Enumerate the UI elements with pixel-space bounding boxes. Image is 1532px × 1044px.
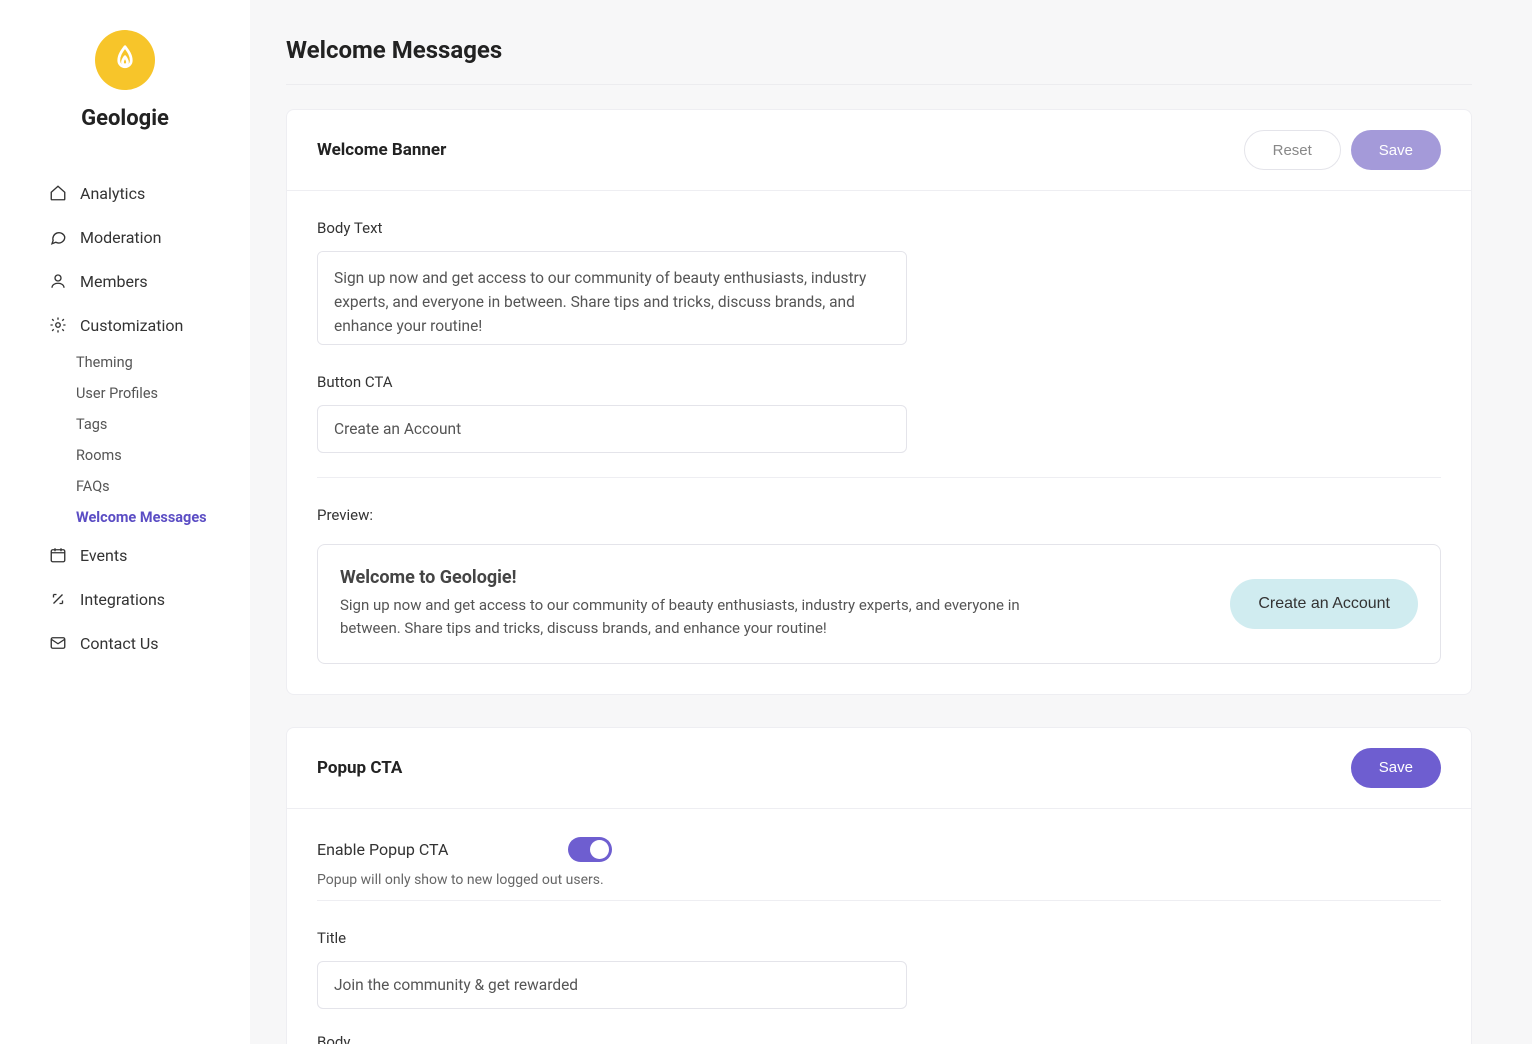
body-text-input[interactable] — [317, 251, 907, 345]
nav-sub-welcome-messages[interactable]: Welcome Messages — [76, 502, 222, 533]
divider — [317, 900, 1441, 901]
nav-item-analytics[interactable]: Analytics — [28, 171, 222, 215]
nav-item-contact-us[interactable]: Contact Us — [28, 621, 222, 665]
nav-sub-user-profiles[interactable]: User Profiles — [76, 378, 222, 409]
popup-body-label: Body — [317, 1033, 1441, 1044]
save-button[interactable]: Save — [1351, 130, 1441, 170]
card-title: Popup CTA — [317, 758, 402, 778]
nav-label: Members — [80, 272, 148, 291]
nav-label: Customization — [80, 316, 183, 335]
nav-label: Moderation — [80, 228, 162, 247]
toggle-knob — [590, 840, 609, 859]
card-actions: Save — [1351, 748, 1441, 788]
sidebar: Geologie Analytics Moderation Members Cu… — [0, 0, 250, 1044]
gear-icon — [48, 315, 68, 335]
nav-sub-customization: Theming User Profiles Tags Rooms FAQs We… — [28, 347, 222, 533]
nav-label: Integrations — [80, 590, 165, 609]
spark-icon — [48, 589, 68, 609]
preview-title: Welcome to Geologie! — [340, 567, 1206, 588]
card-body: Enable Popup CTA Popup will only show to… — [287, 809, 1471, 1044]
card-popup-cta: Popup CTA Save Enable Popup CTA Popup wi… — [286, 727, 1472, 1044]
body-text-label: Body Text — [317, 219, 1441, 237]
nav-item-moderation[interactable]: Moderation — [28, 215, 222, 259]
nav-label: Contact Us — [80, 634, 159, 653]
nav-item-events[interactable]: Events — [28, 533, 222, 577]
nav-sub-rooms[interactable]: Rooms — [76, 440, 222, 471]
save-button[interactable]: Save — [1351, 748, 1441, 788]
preview-text: Welcome to Geologie! Sign up now and get… — [340, 567, 1206, 641]
card-title: Welcome Banner — [317, 140, 446, 160]
enable-helper-text: Popup will only show to new logged out u… — [317, 872, 1441, 888]
nav-item-integrations[interactable]: Integrations — [28, 577, 222, 621]
popup-title-label: Title — [317, 929, 1441, 947]
nav-sub-tags[interactable]: Tags — [76, 409, 222, 440]
card-welcome-banner: Welcome Banner Reset Save Body Text Butt… — [286, 109, 1472, 695]
card-header: Welcome Banner Reset Save — [287, 110, 1471, 191]
card-actions: Reset Save — [1244, 130, 1441, 170]
card-body: Body Text Button CTA Preview: Welcome to… — [287, 191, 1471, 694]
preview-box: Welcome to Geologie! Sign up now and get… — [317, 544, 1441, 664]
nav: Analytics Moderation Members Customizati… — [0, 171, 250, 665]
user-icon — [48, 271, 68, 291]
nav-sub-faqs[interactable]: FAQs — [76, 471, 222, 502]
flame-icon — [110, 43, 140, 77]
brand-logo — [95, 30, 155, 90]
enable-toggle-row: Enable Popup CTA — [317, 837, 1441, 862]
card-header: Popup CTA Save — [287, 728, 1471, 809]
home-icon — [48, 183, 68, 203]
brand-name: Geologie — [81, 106, 169, 131]
preview-label: Preview: — [317, 506, 1441, 524]
nav-sub-theming[interactable]: Theming — [76, 347, 222, 378]
calendar-icon — [48, 545, 68, 565]
nav-label: Events — [80, 546, 127, 565]
page-title: Welcome Messages — [286, 36, 1472, 85]
preview-cta-button[interactable]: Create an Account — [1230, 579, 1418, 629]
main-content: Welcome Messages Welcome Banner Reset Sa… — [250, 0, 1532, 1044]
button-cta-label: Button CTA — [317, 373, 1441, 391]
preview-body: Sign up now and get access to our commun… — [340, 594, 1060, 641]
chat-icon — [48, 227, 68, 247]
button-cta-input[interactable] — [317, 405, 907, 453]
divider — [317, 477, 1441, 478]
nav-label: Analytics — [80, 184, 145, 203]
enable-toggle-label: Enable Popup CTA — [317, 840, 448, 859]
enable-toggle[interactable] — [568, 837, 612, 862]
nav-item-members[interactable]: Members — [28, 259, 222, 303]
popup-title-input[interactable] — [317, 961, 907, 1009]
nav-item-customization[interactable]: Customization — [28, 303, 222, 347]
mail-icon — [48, 633, 68, 653]
brand-block: Geologie — [0, 30, 250, 131]
reset-button[interactable]: Reset — [1244, 130, 1341, 170]
